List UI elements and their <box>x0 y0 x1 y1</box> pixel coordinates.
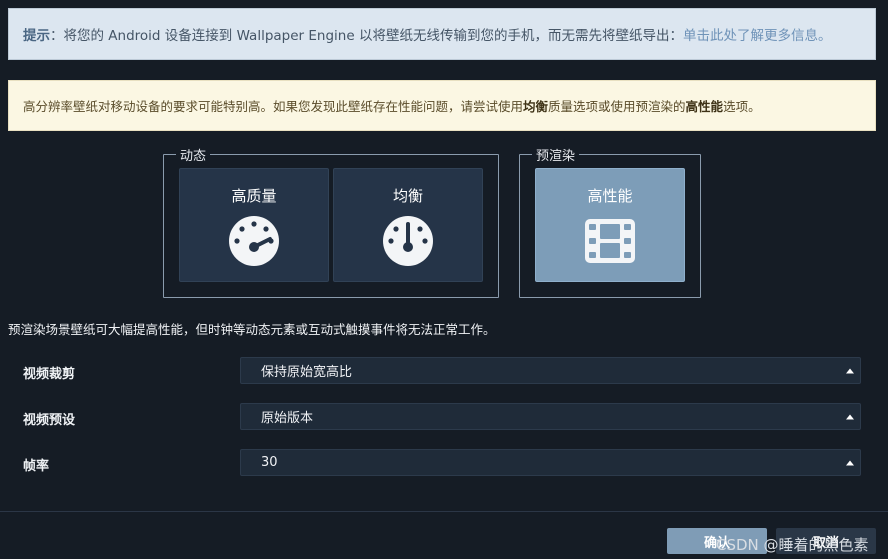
dynamic-group-title: 动态 <box>180 149 207 164</box>
prerender-note: 预渲染场景壁纸可大幅提高性能，但时钟等动态元素或互动式触摸事件将无法正常工作。 <box>8 322 496 337</box>
prerender-option-high-performance[interactable]: 高性能 <box>535 168 685 282</box>
chevron-up-icon <box>846 368 854 373</box>
video-preset-label: 视频预设 <box>23 413 76 428</box>
info-banner: 提示 ：将您的 Android 设备连接到 Wallpaper Engine 以… <box>8 8 876 60</box>
gauge-high-icon <box>229 216 279 266</box>
warning-bold-balanced: 均衡 <box>523 99 549 114</box>
quality-option-balanced[interactable]: 均衡 <box>333 168 483 282</box>
chevron-up-icon <box>846 414 854 419</box>
video-preset-select[interactable]: 原始版本 <box>240 403 861 430</box>
info-learn-more-link[interactable]: 单击此处了解更多信息。 <box>683 24 832 44</box>
quality-option-balanced-label: 均衡 <box>392 187 423 205</box>
video-preset-value: 原始版本 <box>261 411 314 426</box>
info-text: ：将您的 Android 设备连接到 Wallpaper Engine 以将壁纸… <box>50 28 683 44</box>
framerate-select[interactable]: 30 <box>240 449 861 476</box>
quality-option-high[interactable]: 高质量 <box>179 168 329 282</box>
warning-text-1: 高分辨率壁纸对移动设备的要求可能特别高。如果您发现此壁纸存在性能问题，请尝试使用 <box>23 99 524 114</box>
gauge-balanced-icon <box>383 216 433 266</box>
prerender-group-title: 预渲染 <box>536 149 576 164</box>
confirm-button[interactable]: 确认 <box>667 528 767 554</box>
quality-option-high-label: 高质量 <box>231 187 277 205</box>
framerate-label: 帧率 <box>23 459 50 474</box>
chevron-up-icon <box>846 460 854 465</box>
video-crop-value: 保持原始宽高比 <box>261 365 353 380</box>
warning-bold-high-performance: 高性能 <box>685 99 724 114</box>
warning-text-3: 选项。 <box>723 99 761 114</box>
info-label: 提示 <box>23 28 50 44</box>
film-icon <box>585 219 635 263</box>
performance-warning-banner: 高分辨率壁纸对移动设备的要求可能特别高。如果您发现此壁纸存在性能问题，请尝试使用… <box>8 80 876 131</box>
video-crop-select[interactable]: 保持原始宽高比 <box>240 357 861 384</box>
warning-text-2: 质量选项或使用预渲染的 <box>548 99 686 114</box>
framerate-value: 30 <box>261 455 278 470</box>
video-crop-label: 视频裁剪 <box>23 367 76 382</box>
footer-divider <box>0 511 888 512</box>
prerender-option-label: 高性能 <box>587 187 633 205</box>
cancel-button[interactable]: 取消 <box>776 528 876 554</box>
